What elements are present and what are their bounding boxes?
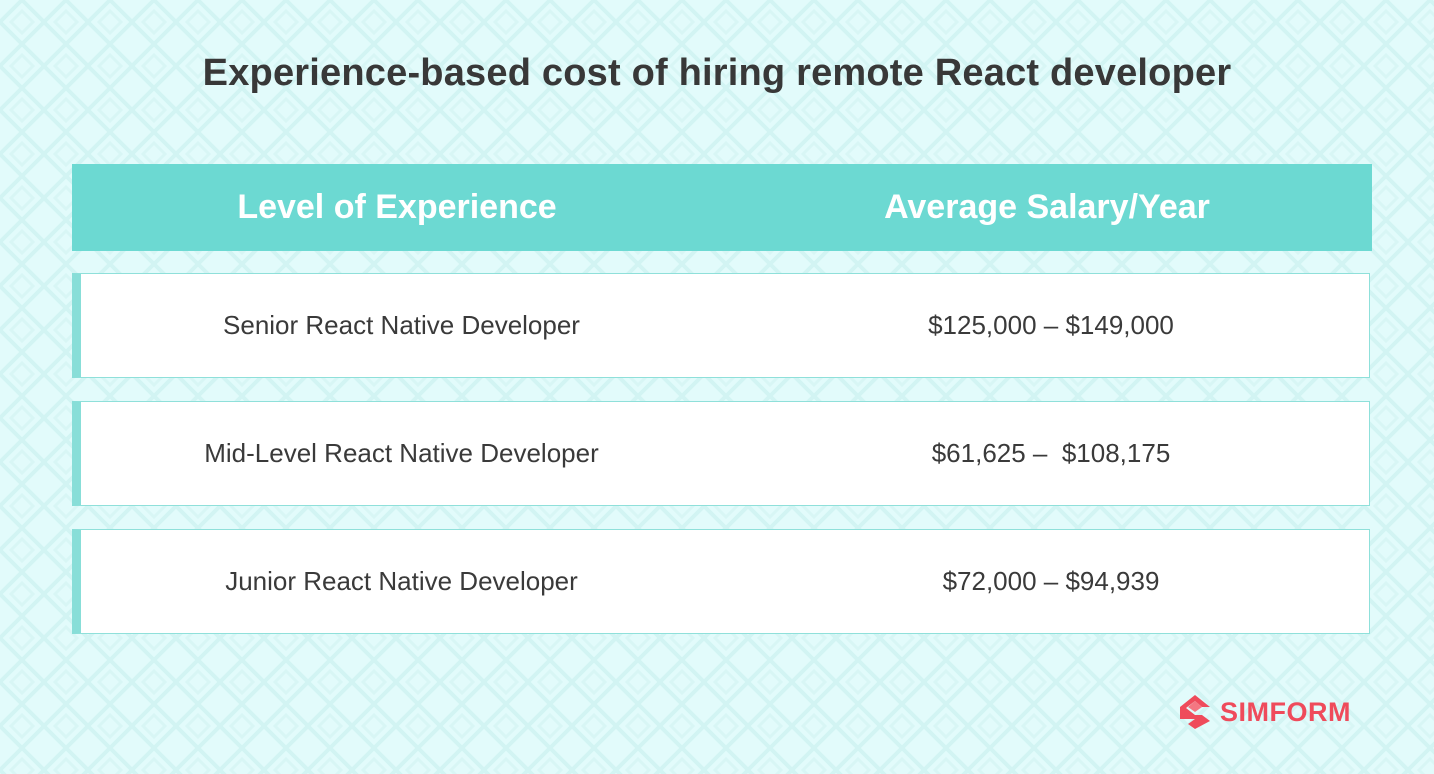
column-header-level: Level of Experience (237, 188, 557, 226)
experience-level-cell: Senior React Native Developer (223, 310, 580, 340)
simform-logo: SIMFORM (1176, 693, 1351, 731)
background-pattern (0, 0, 1434, 774)
simform-logo-icon (1180, 695, 1210, 729)
experience-level-cell: Mid-Level React Native Developer (204, 438, 599, 468)
table-row: Mid-Level React Native Developer $61,625… (72, 401, 1370, 506)
table-row: Senior React Native Developer $125,000 –… (72, 273, 1370, 378)
table-row: Junior React Native Developer $72,000 – … (72, 529, 1370, 634)
salary-cell: $61,625 – $108,175 (931, 438, 1171, 468)
salary-cell: $125,000 – $149,000 (928, 310, 1174, 340)
salary-cell: $72,000 – $94,939 (942, 566, 1160, 596)
table-header: Level of Experience Average Salary/Year (72, 164, 1372, 251)
brand-name: SIMFORM (1220, 696, 1351, 727)
page-title: Experience-based cost of hiring remote R… (202, 52, 1232, 94)
column-header-salary: Average Salary/Year (884, 188, 1210, 226)
experience-level-cell: Junior React Native Developer (225, 566, 578, 596)
